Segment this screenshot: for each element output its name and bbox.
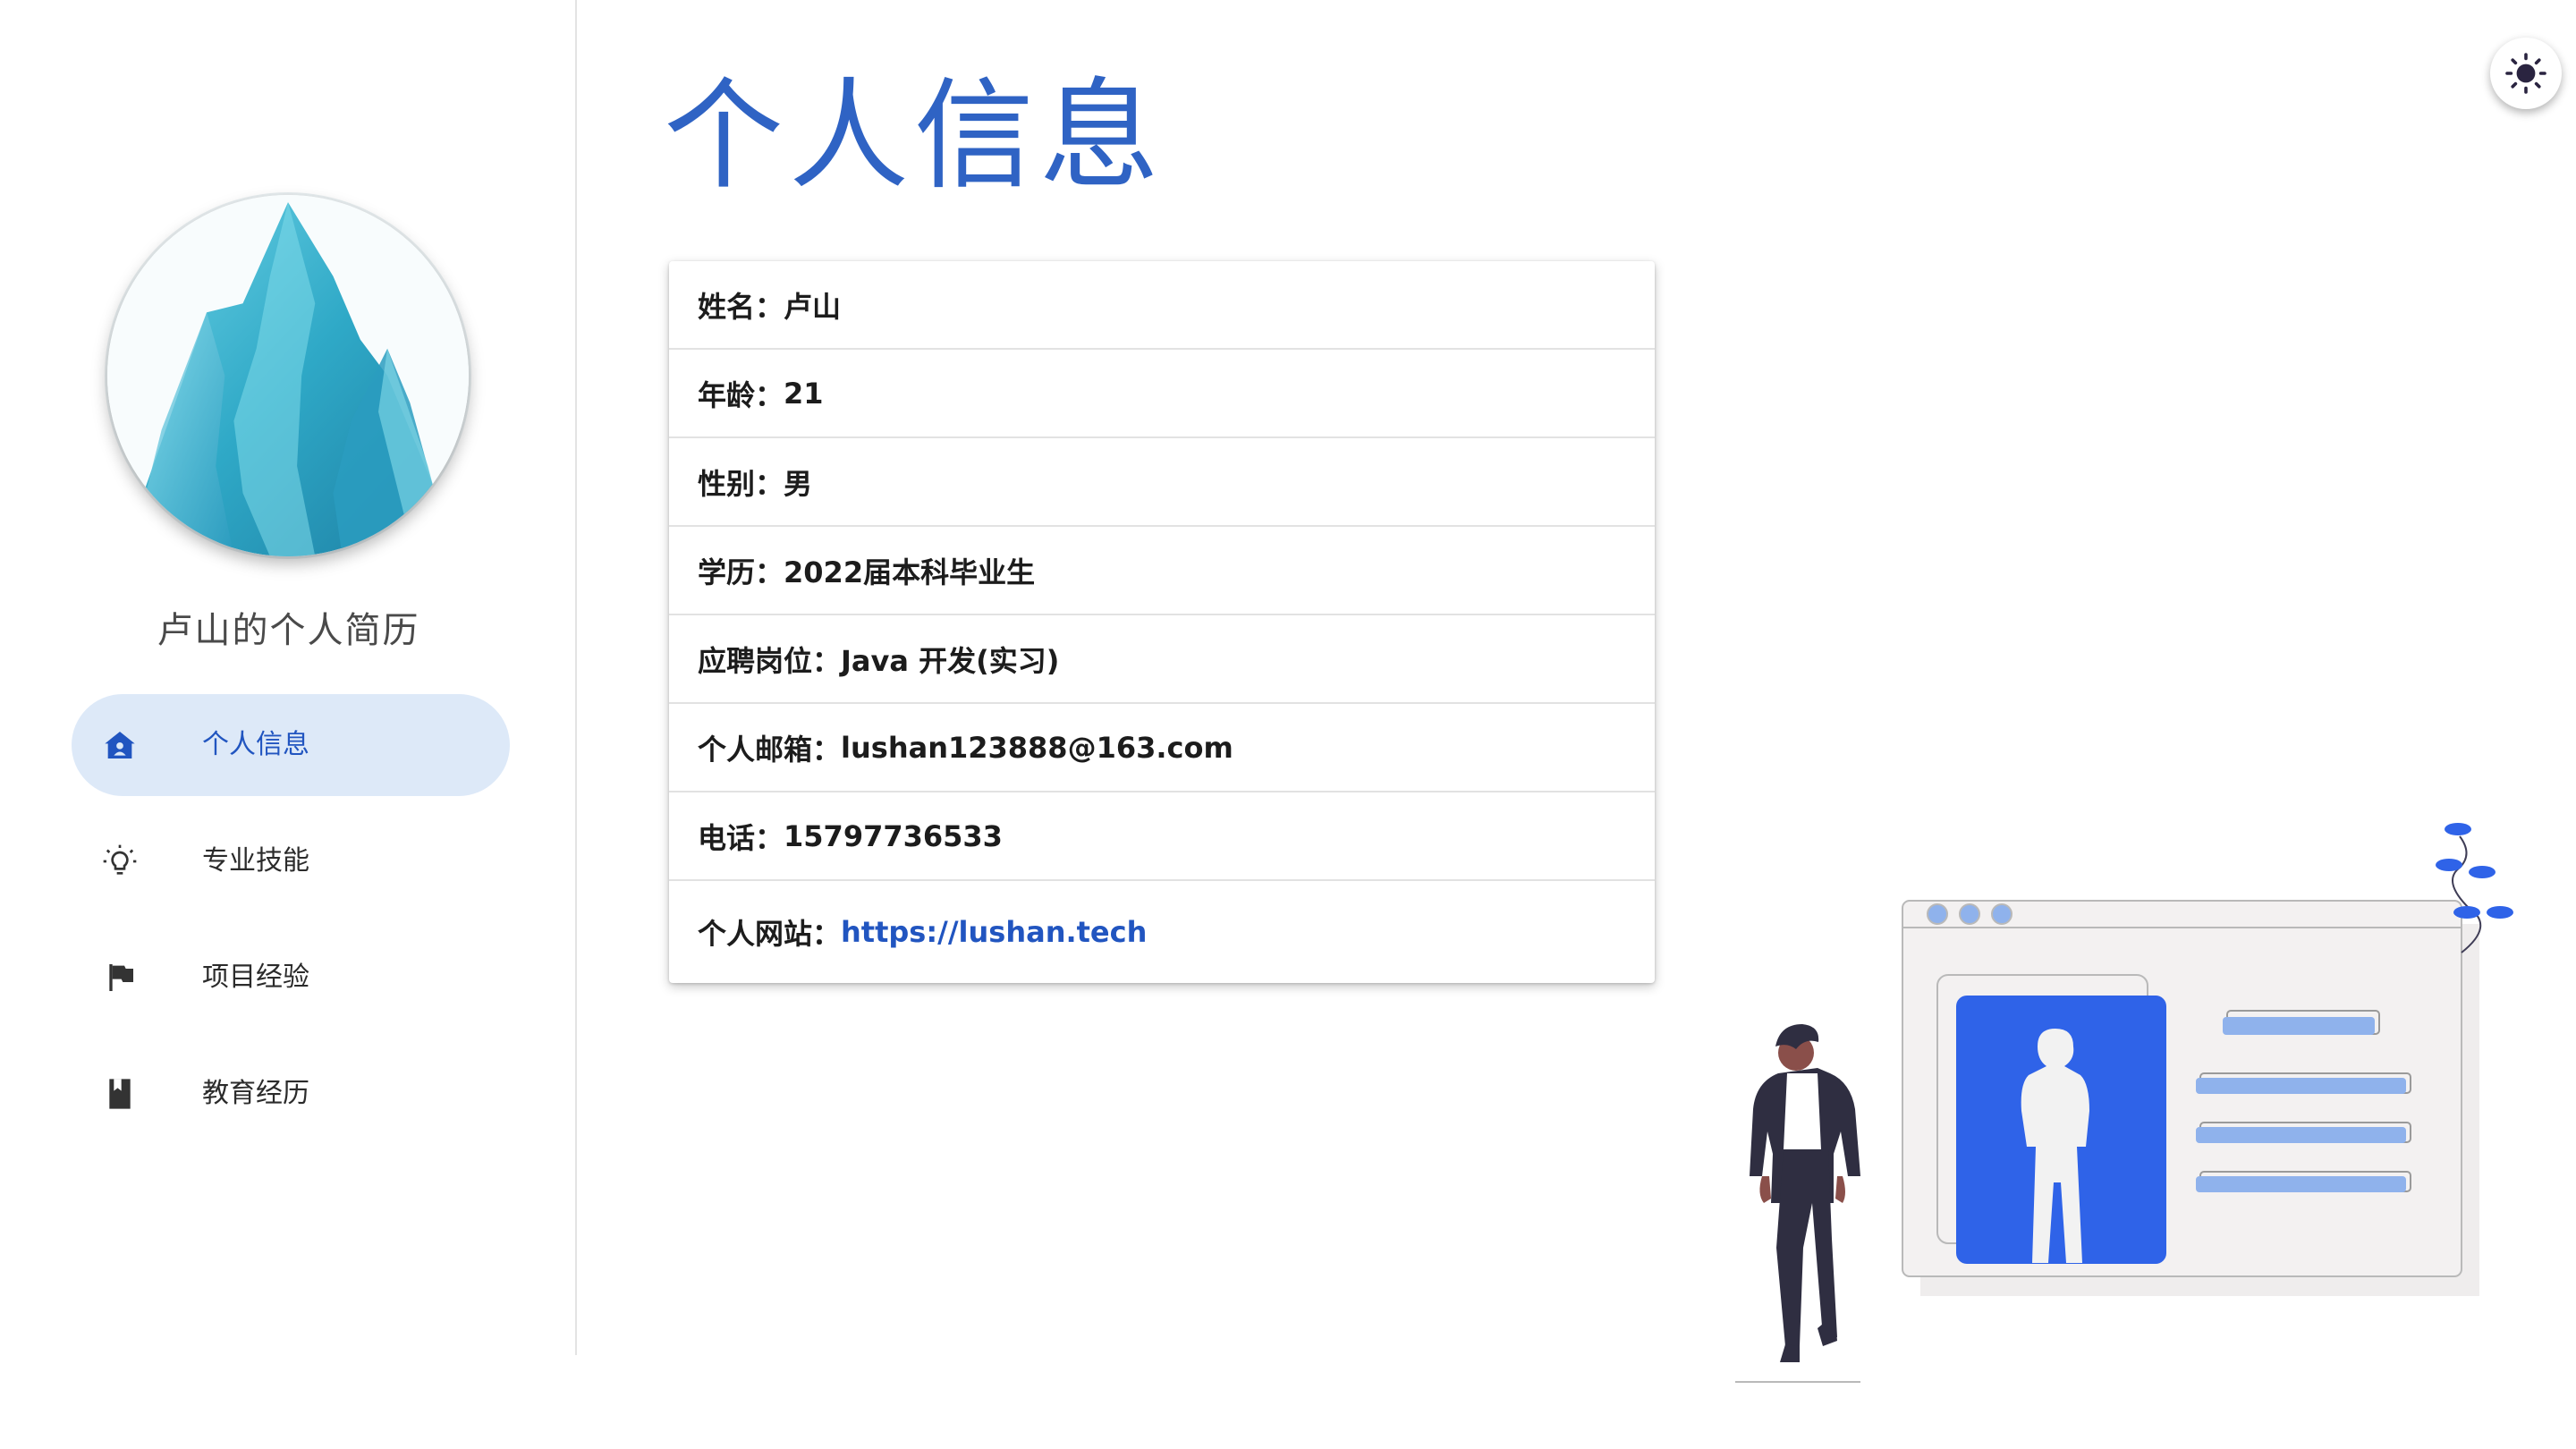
- info-row-position: 应聘岗位： Java 开发(实习): [669, 615, 1655, 704]
- info-value: lushan123888@163.com: [841, 730, 1233, 765]
- theme-toggle-button[interactable]: [2490, 38, 2562, 109]
- sidebar-item-personal-info[interactable]: 个人信息: [72, 694, 510, 796]
- info-label: 学历：: [698, 555, 784, 589]
- info-label: 个人邮箱：: [698, 732, 842, 767]
- info-value: 卢山: [784, 289, 842, 324]
- app-root: 卢山的个人简历 个人信息 专业技能 项目经验 教育经历 个人信息 姓名： 卢山 …: [0, 0, 2576, 1449]
- mountain-avatar-icon: [107, 195, 469, 556]
- page-title: 个人信息: [664, 66, 1165, 206]
- website-link[interactable]: https://lushan.tech: [841, 915, 1147, 949]
- info-row-education: 学历： 2022届本科毕业生: [669, 527, 1655, 615]
- info-row-name: 姓名： 卢山: [669, 261, 1655, 350]
- avatar: [107, 195, 469, 556]
- info-row-gender: 性别：男: [669, 438, 1655, 527]
- info-row-phone: 电话： 15797736533: [669, 792, 1655, 881]
- info-label: 姓名：: [698, 289, 784, 324]
- sidebar-item-label: 项目经验: [202, 962, 309, 993]
- lightbulb-icon: [102, 843, 138, 879]
- info-row-email: 个人邮箱： lushan123888@163.com: [669, 704, 1655, 792]
- info-value: Java 开发(实习): [841, 643, 1060, 678]
- sidebar-item-label: 个人信息: [202, 729, 309, 760]
- sun-icon: [2505, 53, 2546, 94]
- info-label: 电话：: [698, 820, 784, 855]
- sidebar-item-label: 教育经历: [202, 1078, 309, 1109]
- sidebar-item-projects[interactable]: 项目经验: [72, 927, 510, 1029]
- flag-icon: [102, 960, 138, 996]
- info-row-age: 年龄： 21: [669, 350, 1655, 438]
- sidebar-item-label: 专业技能: [202, 845, 309, 877]
- info-card: 姓名： 卢山 年龄： 21 性别：男 学历： 2022届本科毕业生 应聘岗位： Java…: [669, 261, 1655, 983]
- book-icon: [102, 1076, 138, 1112]
- info-label: 年龄：: [698, 377, 784, 412]
- info-label: 性别：: [698, 466, 784, 501]
- sidebar-item-education[interactable]: 教育经历: [72, 1043, 510, 1145]
- profile-illustration: [1726, 818, 2531, 1400]
- info-label: 应聘岗位：: [698, 643, 842, 678]
- info-value: 2022届本科毕业生: [784, 555, 1036, 589]
- site-title: 卢山的个人简历: [157, 610, 420, 651]
- sidebar-item-skills[interactable]: 专业技能: [72, 810, 510, 912]
- home-icon: [102, 727, 138, 763]
- sidebar: 卢山的个人简历 个人信息 专业技能 项目经验 教育经历: [0, 0, 577, 1355]
- info-value: 15797736533: [784, 818, 1003, 853]
- info-value: 21: [784, 376, 824, 411]
- sidebar-nav: 个人信息 专业技能 项目经验 教育经历: [72, 694, 510, 1159]
- info-value: 男: [784, 466, 813, 501]
- info-row-website: 个人网站： https://lushan.tech: [669, 881, 1655, 983]
- info-label: 个人网站：: [698, 917, 842, 951]
